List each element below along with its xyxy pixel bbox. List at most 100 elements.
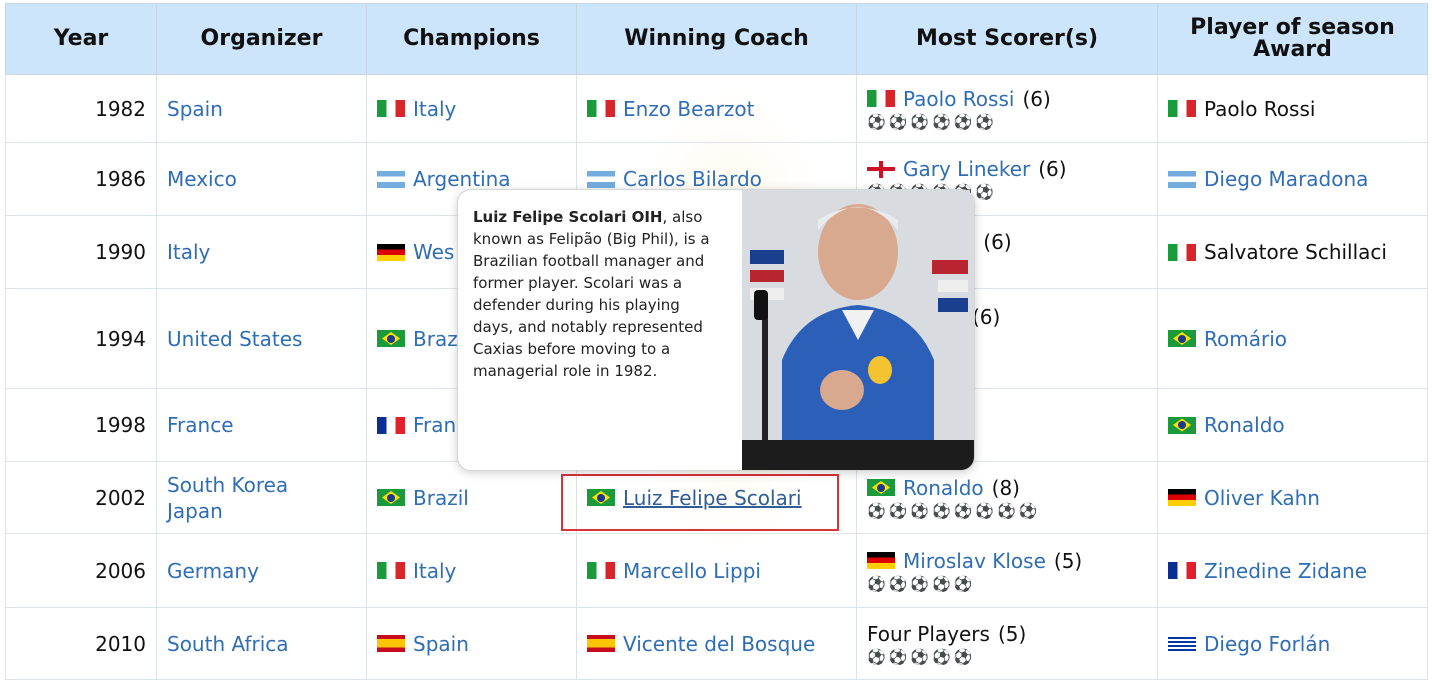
flag-it-icon [1168, 243, 1196, 261]
flag-it-icon [377, 562, 405, 579]
champion-link[interactable]: Italy [413, 559, 456, 583]
award-inner: Oliver Kahn [1168, 486, 1417, 510]
champion-inner: Italy [377, 559, 566, 583]
coach-inner: Marcello Lippi [587, 559, 846, 583]
champion-link[interactable]: Argentina [413, 167, 511, 191]
organizer-cell: Italy [156, 215, 367, 289]
award-inner: Salvatore Schillaci [1168, 240, 1417, 264]
coach-cell: Marcello Lippi [576, 533, 857, 608]
coach-inner: Carlos Bilardo [587, 167, 846, 191]
flag-it-icon [867, 90, 895, 107]
coach-photo-illustration [742, 190, 974, 470]
flag-es-icon [587, 635, 615, 652]
scorer-cell: Paolo Rossi (6) ⚽⚽⚽⚽⚽⚽ [856, 74, 1158, 143]
scorer-link[interactable]: Paolo Rossi [903, 87, 1014, 111]
coach-link[interactable]: Carlos Bilardo [623, 167, 762, 191]
organizer-link[interactable]: Mexico [167, 166, 237, 192]
coach-link[interactable]: Vicente del Bosque [623, 632, 815, 656]
table-row: 2006 Germany Italy Marcello Lippi Miroslav K… [5, 533, 1428, 608]
organizer-link[interactable]: South Africa [167, 631, 289, 657]
champion-inner: Argentina [377, 167, 566, 191]
flag-en-icon [867, 160, 895, 178]
champion-link[interactable]: Wes [413, 240, 454, 264]
flag-de-icon [867, 552, 895, 569]
award-player[interactable]: Diego Maradona [1204, 167, 1368, 191]
scorer-line: Ronaldo (8) [867, 476, 1147, 500]
flag-de-icon [1168, 489, 1196, 506]
header-organizer[interactable]: Organizer [156, 3, 367, 75]
organizer-cell: South Korea Japan [156, 461, 367, 534]
award-cell: Romário [1157, 288, 1428, 389]
flag-br-icon [867, 479, 895, 496]
goal-count: (5) [997, 621, 1027, 646]
organizer-cell: United States [156, 288, 367, 389]
year-cell: 1998 [5, 388, 157, 462]
champion-cell: Brazil [366, 461, 577, 534]
champion-inner: Brazil [377, 486, 566, 510]
award-player[interactable]: Zinedine Zidane [1204, 559, 1367, 583]
flag-ar-icon [1168, 170, 1196, 188]
scorer-link[interactable]: Ronaldo [903, 476, 984, 500]
champion-link[interactable]: Italy [413, 97, 456, 121]
coach-link[interactable]: Marcello Lippi [623, 559, 761, 583]
award-cell: Diego Forlán [1157, 607, 1428, 680]
flag-it-icon [1168, 100, 1196, 117]
header-winning-coach[interactable]: Winning Coach [576, 3, 857, 75]
organizer-link[interactable]: United States [167, 326, 302, 352]
organizer-link[interactable]: Germany [167, 558, 259, 584]
header-champions[interactable]: Champions [366, 3, 577, 75]
scorer-link[interactable]: Gary Lineker [903, 157, 1030, 181]
award-cell: Oliver Kahn [1157, 461, 1428, 534]
coach-link[interactable]: Enzo Bearzot [623, 97, 754, 121]
flag-br-icon [377, 330, 405, 347]
flag-br-icon [377, 489, 405, 506]
goal-balls-icons: ⚽⚽⚽⚽⚽ [867, 647, 976, 666]
header-year[interactable]: Year [5, 3, 157, 75]
coach-cell: Luiz Felipe Scolari [576, 461, 857, 534]
scorer-link: Four Players [867, 621, 990, 646]
goal-count: (6) [1038, 157, 1067, 181]
coach-photo [742, 190, 974, 470]
scorer-line: Gary Lineker (6) [867, 157, 1147, 181]
goal-balls-icons: ⚽⚽⚽⚽⚽ [867, 574, 976, 593]
champion-link[interactable]: Brazil [413, 486, 469, 510]
year-cell: 2006 [5, 533, 157, 608]
header-row: Year Organizer Champions Winning Coach M… [5, 3, 1428, 75]
organizer-cell: France [156, 388, 367, 462]
award-cell: Diego Maradona [1157, 142, 1428, 216]
flag-ar-icon [587, 170, 615, 188]
coach-link[interactable]: Luiz Felipe Scolari [623, 486, 802, 510]
award-player[interactable]: Oliver Kahn [1204, 486, 1320, 510]
organizer-cell: Mexico [156, 142, 367, 216]
flag-it-icon [587, 100, 615, 117]
scorer-link[interactable]: Miroslav Klose [903, 549, 1046, 573]
organizer-link[interactable]: Spain [167, 96, 223, 122]
organizer-link[interactable]: South Korea Japan [167, 472, 317, 524]
champion-link[interactable]: Braz [413, 327, 458, 351]
year-cell: 1982 [5, 74, 157, 143]
award-inner: Zinedine Zidane [1168, 559, 1417, 583]
champion-link[interactable]: Fran [413, 413, 456, 437]
flag-br-icon [587, 489, 615, 506]
award-player[interactable]: Diego Forlán [1204, 632, 1330, 656]
champion-cell: Italy [366, 74, 577, 143]
award-player[interactable]: Ronaldo [1204, 413, 1285, 437]
champion-cell: Italy [366, 533, 577, 608]
header-most-scorers[interactable]: Most Scorer(s) [856, 3, 1158, 75]
flag-ar-icon [377, 170, 405, 188]
champion-link[interactable]: Spain [413, 632, 469, 656]
flag-fr-icon [377, 416, 405, 434]
tooltip-name: Luiz Felipe Scolari OIH [473, 208, 663, 226]
coach-cell: Enzo Bearzot [576, 74, 857, 143]
coach-cell: Vicente del Bosque [576, 607, 857, 680]
table-row: 2002 South Korea Japan Brazil Luiz Felipe S… [5, 461, 1428, 534]
award-inner: Diego Forlán [1168, 632, 1417, 656]
award-player[interactable]: Romário [1204, 327, 1287, 351]
award-player: Salvatore Schillaci [1204, 240, 1387, 264]
award-cell: Paolo Rossi [1157, 74, 1428, 143]
table-row: 1982 Spain Italy Enzo Bearzot Paolo Rossi (6)… [5, 74, 1428, 143]
award-cell: Ronaldo [1157, 388, 1428, 462]
organizer-link[interactable]: Italy [167, 239, 210, 265]
header-player-of-season[interactable]: Player of season Award [1157, 3, 1428, 75]
organizer-link[interactable]: France [167, 412, 234, 438]
